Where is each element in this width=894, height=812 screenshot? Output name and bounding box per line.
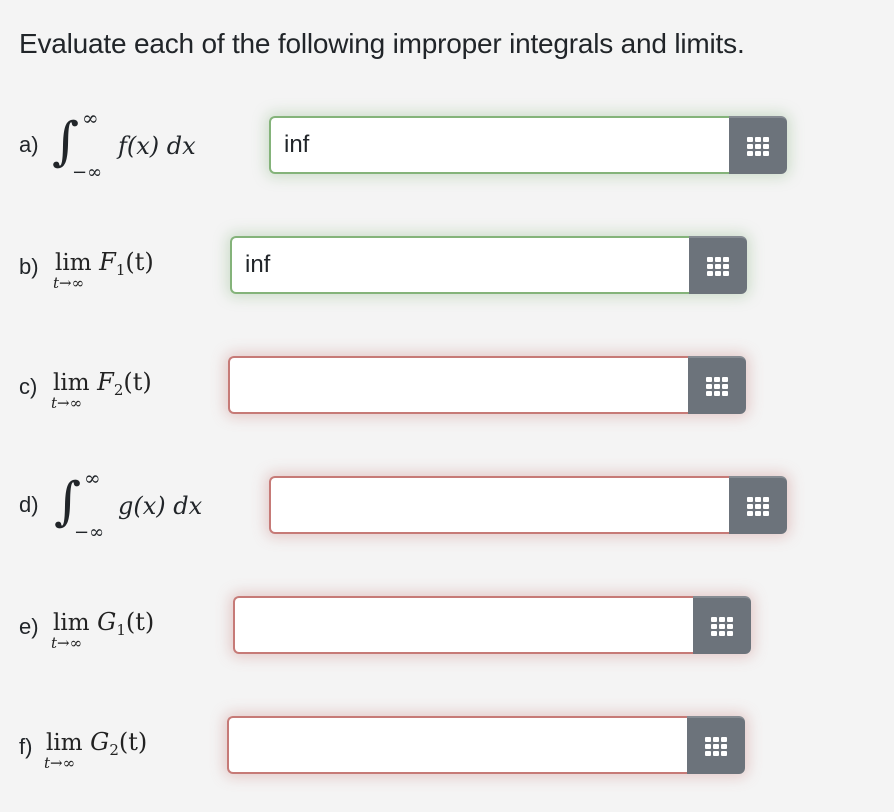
limit-subscript: t→∞ [53, 274, 85, 292]
function-name: F [99, 248, 116, 276]
question-label: e) [19, 614, 39, 639]
math-palette-button[interactable] [687, 716, 745, 774]
limit-expression: lim t→∞ F2(t) [51, 368, 152, 412]
grid-icon [707, 256, 729, 276]
answer-a-group [269, 116, 787, 174]
answer-e-group [233, 596, 751, 654]
function-subscript: 2 [113, 381, 124, 399]
limit-subscript: t→∞ [44, 754, 76, 772]
math-palette-button[interactable] [729, 116, 787, 174]
math-palette-button[interactable] [693, 596, 751, 654]
limit-expression: lim t→∞ G2(t) [44, 728, 148, 772]
question-label: d) [19, 492, 39, 517]
math-palette-button[interactable] [729, 476, 787, 534]
lim-word: lim [53, 610, 90, 636]
answer-c-input[interactable] [228, 356, 688, 414]
integral-sign: ∫ [54, 472, 82, 532]
integral-sign: ∫ [52, 112, 80, 172]
lim-word: lim [53, 370, 90, 396]
function-subscript: 2 [109, 741, 119, 759]
limit-expression: lim t→∞ F1(t) [53, 248, 154, 292]
question-label: a) [19, 132, 39, 157]
function-name: F [97, 368, 114, 396]
answer-c-group [228, 356, 746, 414]
grid-icon [747, 136, 769, 156]
math-palette-button[interactable] [688, 356, 746, 414]
limit-subscript: t→∞ [51, 394, 83, 412]
lim-word: lim [46, 730, 83, 756]
question-label: b) [19, 254, 39, 279]
grid-icon [711, 616, 733, 636]
integrand: f(x) dx [118, 132, 196, 160]
grid-icon [705, 736, 727, 756]
function-argument: (t) [125, 248, 154, 276]
grid-icon [747, 496, 769, 516]
upper-limit: ∞ [84, 466, 101, 490]
answer-f-group [227, 716, 745, 774]
upper-limit: ∞ [82, 106, 99, 130]
function-name: G [90, 728, 110, 756]
question-label: f) [19, 734, 33, 759]
answer-f-input[interactable] [227, 716, 687, 774]
answer-b-group [230, 236, 747, 294]
function-name: G [97, 608, 117, 636]
lower-limit: −∞ [74, 522, 105, 543]
limit-expression: lim t→∞ G1(t) [51, 608, 155, 652]
answer-e-input[interactable] [233, 596, 693, 654]
integrand: g(x) dx [118, 492, 203, 520]
lower-limit: −∞ [72, 162, 103, 183]
answer-a-input[interactable] [269, 116, 729, 174]
answer-d-input[interactable] [269, 476, 729, 534]
lim-word: lim [55, 250, 92, 276]
math-palette-button[interactable] [689, 236, 747, 294]
function-subscript: 1 [115, 261, 126, 279]
function-argument: (t) [118, 728, 148, 756]
limit-subscript: t→∞ [51, 634, 83, 652]
instructions-heading: Evaluate each of the following improper … [19, 28, 745, 59]
function-subscript: 1 [116, 621, 126, 639]
question-label: c) [19, 374, 38, 399]
function-argument: (t) [123, 368, 152, 396]
answer-d-group [269, 476, 787, 534]
grid-icon [706, 376, 728, 396]
function-argument: (t) [125, 608, 155, 636]
answer-b-input[interactable] [230, 236, 689, 294]
